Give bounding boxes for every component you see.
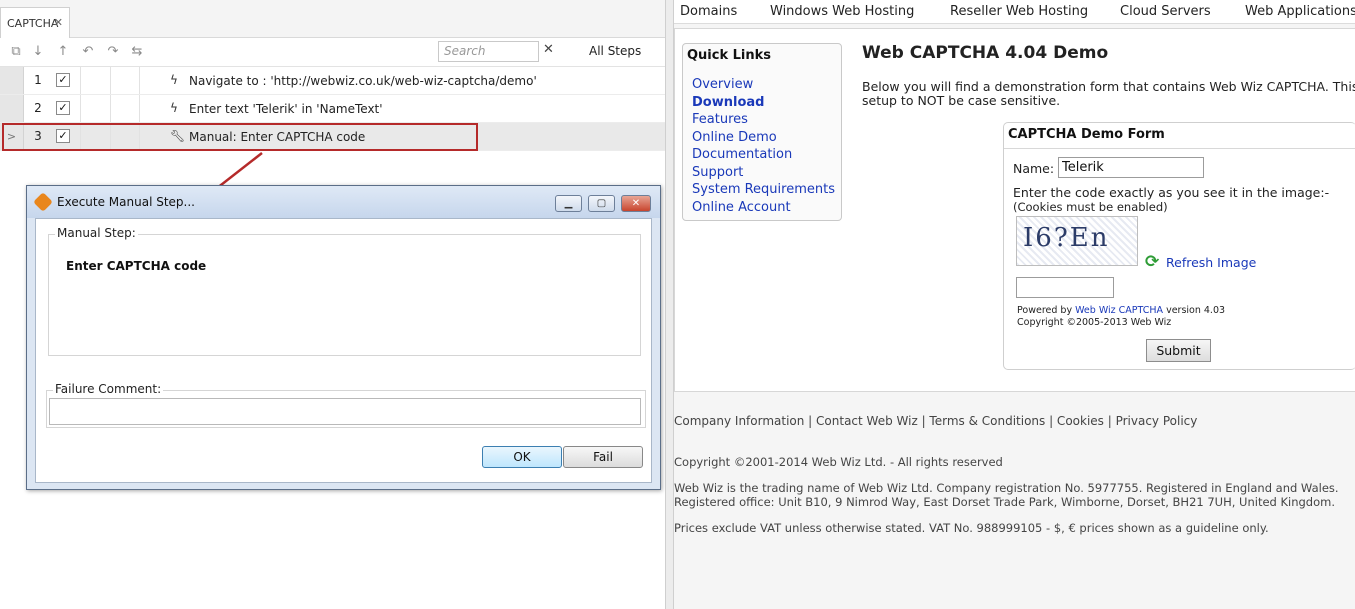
intro-line-1: Below you will find a demonstration form… xyxy=(862,80,1355,94)
tab-captcha[interactable]: CAPTCHA ✕ xyxy=(0,7,70,39)
quick-link-system-requirements[interactable]: System Requirements xyxy=(692,181,835,199)
intro-text: Below you will find a demonstration form… xyxy=(862,80,1355,108)
powered-by-prefix: Powered by xyxy=(1017,305,1073,316)
refresh-image-link[interactable]: Refresh Image xyxy=(1166,255,1256,270)
captcha-instruction: Enter the code exactly as you see it in … xyxy=(1013,185,1330,200)
nav-web-applications[interactable]: Web Applications xyxy=(1245,4,1355,19)
clear-search-icon[interactable]: ✕ xyxy=(543,42,554,57)
name-input[interactable] xyxy=(1058,157,1204,178)
page-title: Web CAPTCHA 4.04 Demo xyxy=(862,43,1109,63)
step-number: 2 xyxy=(34,101,42,115)
form-divider xyxy=(1004,148,1355,149)
powered-by-text: Powered by Web Wiz CAPTCHA version 4.03 xyxy=(1017,305,1225,316)
steps-filter-dropdown[interactable]: All Steps xyxy=(589,44,641,58)
site-nav: Domains Windows Web Hosting Reseller Web… xyxy=(674,0,1355,24)
column-divider xyxy=(110,67,111,94)
dialog-body: Manual Step: Enter CAPTCHA code Failure … xyxy=(35,218,652,483)
quick-link-documentation[interactable]: Documentation xyxy=(692,146,835,164)
quick-link-online-account[interactable]: Online Account xyxy=(692,199,835,217)
step-row-1[interactable]: 1 ✓ ϟ Navigate to : 'http://webwiz.co.uk… xyxy=(0,67,665,95)
column-divider xyxy=(80,95,81,122)
fail-button[interactable]: Fail xyxy=(563,446,643,468)
quick-links-box: Quick Links Overview Download Features O… xyxy=(682,43,842,221)
dialog-title: Execute Manual Step... xyxy=(57,195,195,209)
tab-bar: CAPTCHA ✕ xyxy=(0,0,665,39)
footer-copyright: Copyright ©2001-2014 Web Wiz Ltd. - All … xyxy=(674,455,1003,469)
row-handle[interactable] xyxy=(0,95,24,122)
lightning-icon: ϟ xyxy=(170,101,178,115)
manual-step-group: Manual Step: Enter CAPTCHA code xyxy=(48,226,641,356)
manual-step-label: Manual Step: xyxy=(55,226,138,240)
quick-link-features[interactable]: Features xyxy=(692,111,835,129)
refresh-icon[interactable]: ⟳ xyxy=(1145,253,1163,271)
column-divider xyxy=(139,67,140,94)
powered-by-version: version 4.03 xyxy=(1166,305,1226,316)
form-copyright: Copyright ©2005-2013 Web Wiz xyxy=(1017,317,1172,328)
move-down-icon[interactable]: ↓ xyxy=(30,44,46,60)
column-divider xyxy=(80,67,81,94)
name-label: Name: xyxy=(1013,161,1055,176)
ok-button[interactable]: OK xyxy=(482,446,562,468)
step-row-2[interactable]: 2 ✓ ϟ Enter text 'Telerik' in 'NameText' xyxy=(0,95,665,123)
tab-close-icon[interactable]: ✕ xyxy=(54,16,63,29)
captcha-image-text: I6?En xyxy=(1023,223,1110,253)
failure-comment-group: Failure Comment: xyxy=(46,382,646,428)
step-description: Navigate to : 'http://webwiz.co.uk/web-w… xyxy=(189,74,537,88)
quick-link-support[interactable]: Support xyxy=(692,164,835,182)
nav-cloud-servers[interactable]: Cloud Servers xyxy=(1120,4,1211,19)
failure-comment-input[interactable] xyxy=(49,398,641,425)
row-handle[interactable] xyxy=(0,67,24,94)
maximize-button[interactable]: ▢ xyxy=(588,195,615,212)
footer-vat: Prices exclude VAT unless otherwise stat… xyxy=(674,521,1269,535)
quick-link-download[interactable]: Download xyxy=(692,94,835,112)
web-wiz-captcha-link[interactable]: Web Wiz CAPTCHA xyxy=(1075,305,1163,316)
step-number: 1 xyxy=(34,73,42,87)
undo-icon[interactable]: ↶ xyxy=(80,44,96,60)
column-divider xyxy=(139,95,140,122)
pane-splitter[interactable] xyxy=(665,0,674,609)
nav-windows-web-hosting[interactable]: Windows Web Hosting xyxy=(770,4,914,19)
browser-pane: Domains Windows Web Hosting Reseller Web… xyxy=(674,0,1355,609)
footer-links[interactable]: Company Information | Contact Web Wiz | … xyxy=(674,414,1197,428)
intro-line-2: setup to NOT be case sensitive. xyxy=(862,93,1061,108)
step-description: Enter text 'Telerik' in 'NameText' xyxy=(189,102,383,116)
dialog-titlebar[interactable]: Execute Manual Step... ▁ ▢ ✕ xyxy=(27,186,660,218)
steps-toolbar: ⧉ ↓ ↑ ↶ ↷ ⇆ Search ✕ All Steps xyxy=(0,38,665,67)
sync-icon[interactable]: ⇆ xyxy=(129,44,145,60)
column-divider xyxy=(110,95,111,122)
execute-manual-step-dialog: Execute Manual Step... ▁ ▢ ✕ Manual Step… xyxy=(26,185,661,490)
form-title: CAPTCHA Demo Form xyxy=(1008,127,1165,142)
manual-step-text: Enter CAPTCHA code xyxy=(66,259,207,273)
step-enabled-checkbox[interactable]: ✓ xyxy=(56,101,70,115)
quick-link-online-demo[interactable]: Online Demo xyxy=(692,129,835,147)
captcha-code-input[interactable] xyxy=(1016,277,1114,298)
content-card: Quick Links Overview Download Features O… xyxy=(674,28,1355,392)
quick-links-title: Quick Links xyxy=(687,48,772,63)
failure-comment-label: Failure Comment: xyxy=(53,382,164,396)
nav-domains[interactable]: Domains xyxy=(680,4,737,19)
nav-reseller-web-hosting[interactable]: Reseller Web Hosting xyxy=(950,4,1088,19)
close-button[interactable]: ✕ xyxy=(621,195,651,212)
footer-trading-line-2: Registered office: Unit B10, 9 Nimrod Wa… xyxy=(674,495,1336,509)
footer-trading-line-1: Web Wiz is the trading name of Web Wiz L… xyxy=(674,481,1339,495)
submit-button[interactable]: Submit xyxy=(1146,339,1211,362)
app-icon xyxy=(33,192,53,212)
lightning-icon: ϟ xyxy=(170,73,178,87)
move-up-icon[interactable]: ↑ xyxy=(55,44,71,60)
captcha-demo-form: CAPTCHA Demo Form Name: Enter the code e… xyxy=(1003,122,1355,370)
tab-label: CAPTCHA xyxy=(7,17,59,30)
minimize-button[interactable]: ▁ xyxy=(555,195,582,212)
redo-icon[interactable]: ↷ xyxy=(105,44,121,60)
copy-icon[interactable]: ⧉ xyxy=(8,44,24,60)
step-enabled-checkbox[interactable]: ✓ xyxy=(56,73,70,87)
quick-links-list: Overview Download Features Online Demo D… xyxy=(692,76,835,216)
captcha-image: I6?En xyxy=(1016,216,1138,266)
quick-link-overview[interactable]: Overview xyxy=(692,76,835,94)
test-steps-pane: CAPTCHA ✕ ⧉ ↓ ↑ ↶ ↷ ⇆ Search ✕ All Steps… xyxy=(0,0,665,609)
cookies-note: (Cookies must be enabled) xyxy=(1013,200,1168,214)
search-input[interactable]: Search xyxy=(438,41,539,62)
